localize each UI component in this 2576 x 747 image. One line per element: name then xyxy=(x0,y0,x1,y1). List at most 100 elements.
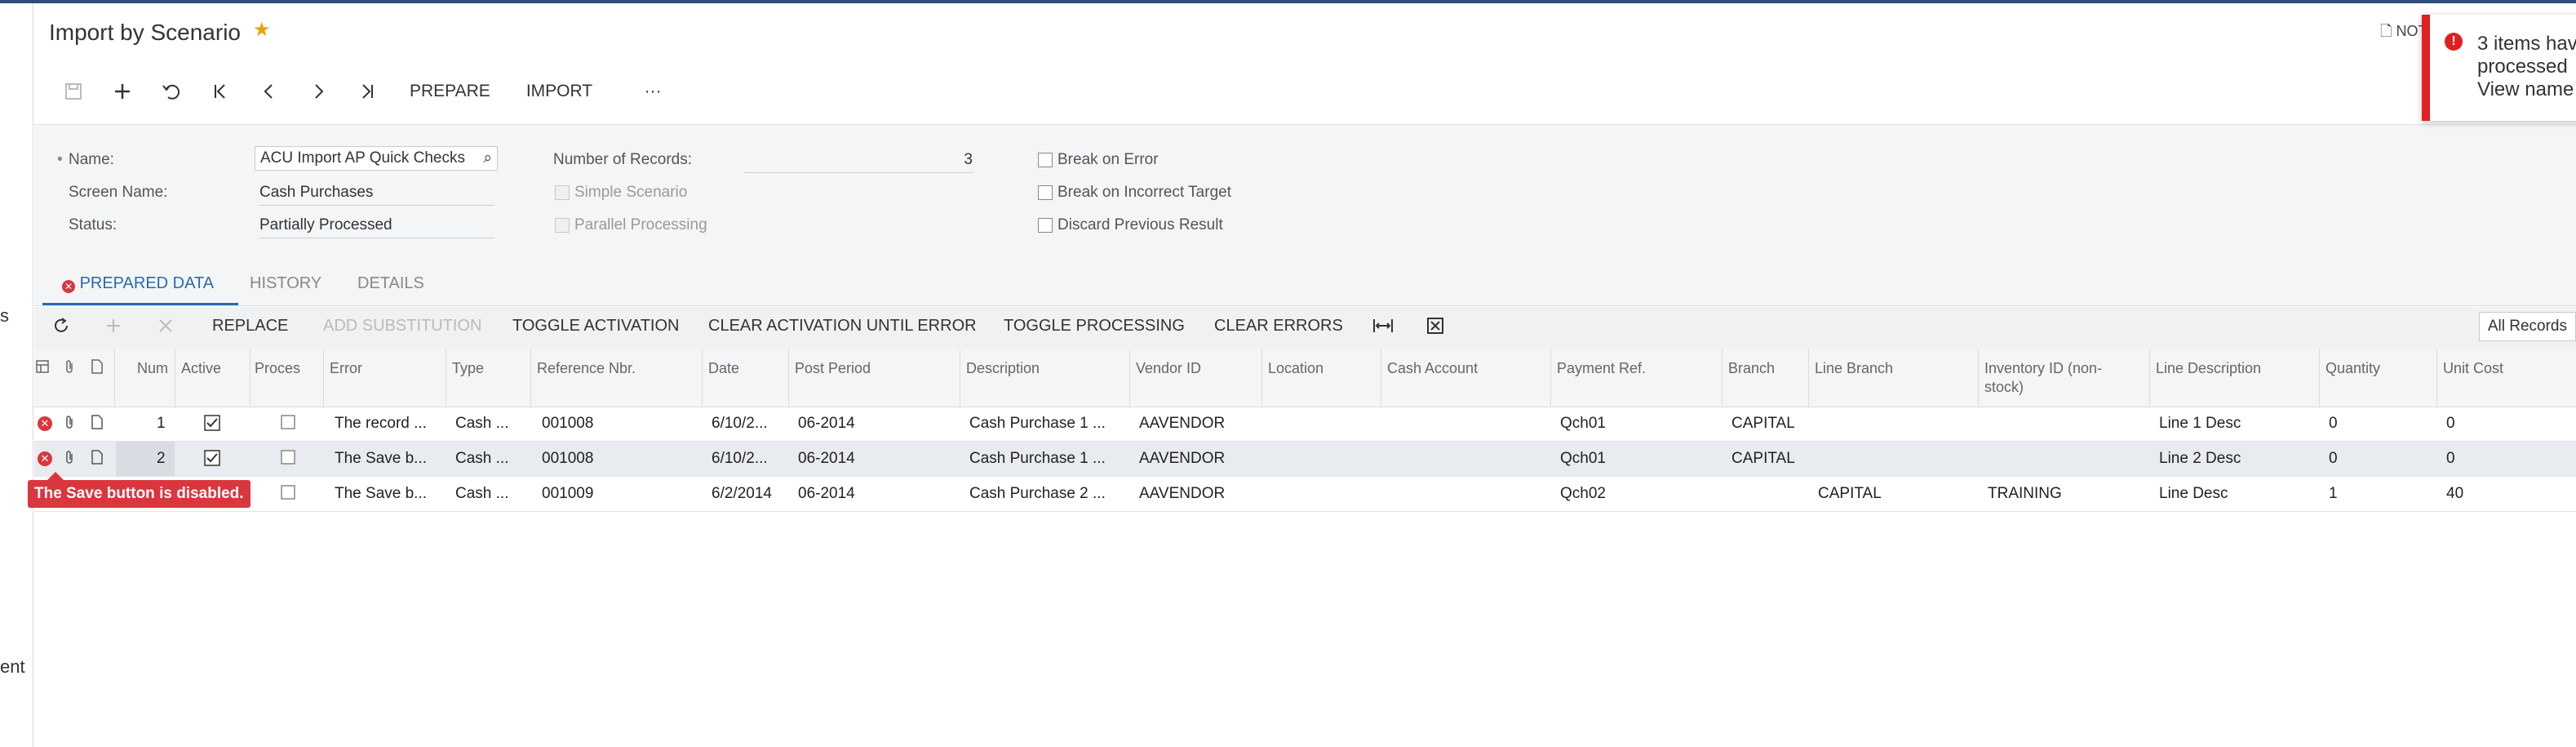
add-row-icon[interactable] xyxy=(104,317,122,340)
notification-toast[interactable]: ! 3 items hav processed View name xyxy=(2422,15,2576,121)
parallel-processing-checkbox[interactable] xyxy=(555,218,570,233)
unit-cost-column-header[interactable]: Unit Cost xyxy=(2443,359,2503,378)
branch-column-header[interactable]: Branch xyxy=(1728,359,1775,378)
reference-cell: 001008 xyxy=(542,415,594,432)
type-cell: Cash ... xyxy=(455,415,509,432)
column-divider xyxy=(1722,349,1723,407)
description-cell: Cash Purchase 2 ... xyxy=(969,485,1106,502)
active-checkbox[interactable] xyxy=(204,450,220,471)
table-row[interactable]: ✕ 2 The Save b... Cash ... 001008 6/10/2… xyxy=(34,442,2576,477)
next-record-icon[interactable] xyxy=(294,75,343,108)
unit-cost-cell: 0 xyxy=(2446,415,2455,432)
table-row[interactable]: 3 The Save b... Cash ... 001009 6/2/2014… xyxy=(34,477,2576,512)
first-record-icon[interactable] xyxy=(196,75,245,108)
date-cell: 6/2/2014 xyxy=(712,485,772,502)
column-divider xyxy=(788,349,789,407)
unit-cost-cell: 40 xyxy=(2446,485,2464,502)
tab-history[interactable]: HISTORY xyxy=(250,274,321,293)
post-period-column-header[interactable]: Post Period xyxy=(795,359,871,378)
note-icon[interactable] xyxy=(91,450,103,469)
column-divider xyxy=(530,349,531,407)
toggle-activation-button[interactable]: TOGGLE ACTIVATION xyxy=(512,317,679,336)
replace-button[interactable]: REPLACE xyxy=(212,317,288,336)
column-divider xyxy=(2436,349,2437,407)
fit-columns-icon[interactable] xyxy=(1372,317,1394,340)
prepare-button[interactable]: PREPARE xyxy=(392,75,508,108)
tab-details[interactable]: DETAILS xyxy=(357,274,424,293)
name-field[interactable]: ACU Import AP Quick Checks ⌕ xyxy=(255,146,498,171)
active-checkbox[interactable] xyxy=(204,415,220,436)
refresh-icon[interactable] xyxy=(52,317,70,340)
line-description-cell: Line 2 Desc xyxy=(2159,450,2241,467)
note-icon[interactable] xyxy=(91,415,103,434)
payment-ref-column-header[interactable]: Payment Ref. xyxy=(1557,359,1646,378)
location-column-header[interactable]: Location xyxy=(1268,359,1323,378)
last-record-icon[interactable] xyxy=(343,75,392,108)
favorite-star-icon[interactable]: ★ xyxy=(253,18,271,42)
screen-name-value: Cash Purchases xyxy=(259,184,494,206)
error-status-icon[interactable]: ✕ xyxy=(38,416,52,431)
attachment-icon[interactable] xyxy=(64,450,75,469)
quantity-cell: 0 xyxy=(2329,450,2338,467)
filter-select[interactable]: All Records xyxy=(2478,312,2576,341)
reference-column-header[interactable]: Reference Nbr. xyxy=(537,359,636,378)
processed-column-header[interactable]: Proces xyxy=(255,359,300,378)
search-icon[interactable]: ⌕ xyxy=(483,149,492,167)
type-cell: Cash ... xyxy=(455,450,509,467)
add-substitution-button[interactable]: ADD SUBSTITUTION xyxy=(323,317,481,336)
delete-row-icon[interactable] xyxy=(157,317,175,340)
active-column-header[interactable]: Active xyxy=(181,359,221,378)
undo-icon[interactable] xyxy=(147,75,196,108)
previous-record-icon[interactable] xyxy=(245,75,294,108)
break-on-error-checkbox[interactable] xyxy=(1038,153,1053,167)
branch-cell: CAPITAL xyxy=(1731,415,1795,432)
error-column-header[interactable]: Error xyxy=(330,359,362,378)
add-icon[interactable] xyxy=(98,75,147,108)
table-row[interactable]: ✕ 1 The record ... Cash ... 001008 6/10/… xyxy=(34,407,2576,442)
description-cell: Cash Purchase 1 ... xyxy=(969,450,1106,467)
num-cell-highlight xyxy=(116,442,175,476)
processed-checkbox[interactable] xyxy=(281,450,295,469)
date-column-header[interactable]: Date xyxy=(708,359,739,378)
processed-checkbox[interactable] xyxy=(281,485,295,505)
toast-link[interactable]: View name xyxy=(2477,78,2574,100)
vendor-cell: AAVENDOR xyxy=(1139,450,1226,467)
line-branch-cell: CAPITAL xyxy=(1818,485,1882,502)
more-menu-button[interactable]: ··· xyxy=(610,75,695,108)
line-description-column-header[interactable]: Line Description xyxy=(2156,359,2261,378)
quantity-cell: 1 xyxy=(2329,485,2338,502)
export-excel-icon[interactable] xyxy=(1426,317,1444,340)
type-column-header[interactable]: Type xyxy=(452,359,484,378)
toggle-processing-button[interactable]: TOGGLE PROCESSING xyxy=(1004,317,1185,336)
error-status-icon[interactable]: ✕ xyxy=(38,451,52,466)
inventory-column-header[interactable]: Inventory ID (non- stock) xyxy=(1984,359,2102,397)
quantity-column-header[interactable]: Quantity xyxy=(2325,359,2380,378)
column-divider xyxy=(1129,349,1130,407)
cash-account-column-header[interactable]: Cash Account xyxy=(1387,359,1478,378)
toast-message[interactable]: 3 items hav processed View name xyxy=(2477,33,2576,101)
import-button[interactable]: IMPORT xyxy=(508,75,610,108)
tab-prepared-data[interactable]: ✕ PREPARED DATA xyxy=(62,274,214,293)
payment-ref-cell: Qch02 xyxy=(1560,485,1606,502)
vendor-column-header[interactable]: Vendor ID xyxy=(1136,359,1201,378)
clear-errors-button[interactable]: CLEAR ERRORS xyxy=(1214,317,1343,336)
column-divider xyxy=(323,349,324,407)
simple-scenario-checkbox[interactable] xyxy=(555,185,570,200)
description-column-header[interactable]: Description xyxy=(966,359,1040,378)
discard-result-checkbox[interactable] xyxy=(1038,218,1053,233)
processed-checkbox[interactable] xyxy=(281,415,295,434)
save-icon[interactable] xyxy=(49,75,98,108)
line-branch-column-header[interactable]: Line Branch xyxy=(1815,359,1893,378)
num-column-header[interactable]: Num xyxy=(137,359,168,378)
discard-result-label: Discard Previous Result xyxy=(1057,216,1223,233)
left-navigation: s ent xyxy=(0,3,33,747)
period-cell: 06-2014 xyxy=(798,485,855,502)
clear-activation-button[interactable]: CLEAR ACTIVATION UNTIL ERROR xyxy=(708,317,977,336)
required-marker: • xyxy=(57,151,63,168)
quantity-cell: 0 xyxy=(2329,415,2338,432)
left-nav-item[interactable]: ent xyxy=(0,656,25,678)
left-nav-item[interactable]: s xyxy=(0,305,9,327)
break-on-target-checkbox[interactable] xyxy=(1038,185,1053,200)
error-icon: ✕ xyxy=(62,280,75,293)
attachment-icon[interactable] xyxy=(64,415,75,434)
